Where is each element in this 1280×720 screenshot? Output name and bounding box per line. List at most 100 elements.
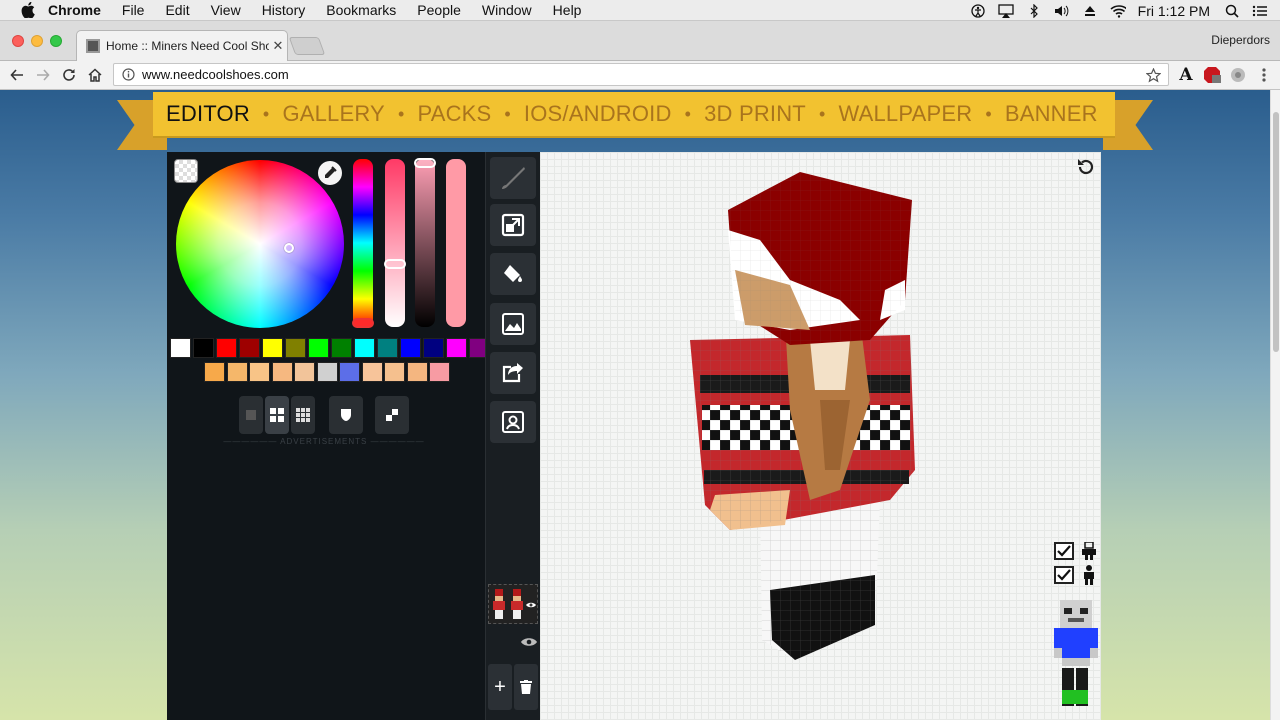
brush-size-2-icon[interactable] <box>265 396 289 434</box>
select-tool[interactable] <box>490 204 536 246</box>
palette-swatch[interactable] <box>204 362 225 382</box>
scrollbar-thumb[interactable] <box>1273 112 1279 352</box>
armor-mode-icon[interactable] <box>329 396 363 434</box>
mirror-mode-icon[interactable] <box>375 396 409 434</box>
menu-file[interactable]: File <box>122 2 145 18</box>
menu-bookmarks[interactable]: Bookmarks <box>326 2 396 18</box>
font-extension-icon[interactable]: A <box>1176 65 1196 85</box>
reset-view-icon[interactable] <box>1074 155 1098 179</box>
layer-thumbnail[interactable] <box>488 584 538 624</box>
skin-model[interactable] <box>690 170 950 670</box>
color-wheel-handle[interactable] <box>284 243 294 253</box>
export-tool[interactable] <box>490 352 536 394</box>
palette-swatch[interactable] <box>339 362 360 382</box>
effects-tool[interactable] <box>490 303 536 345</box>
palette-swatch[interactable] <box>384 362 405 382</box>
forward-icon[interactable] <box>32 64 54 86</box>
palette-swatch[interactable] <box>226 362 248 382</box>
minimize-window-button[interactable] <box>31 35 43 47</box>
fill-tool[interactable] <box>490 253 536 295</box>
new-tab-button[interactable] <box>288 37 326 55</box>
eject-icon[interactable] <box>1082 4 1098 18</box>
brush-size-3-icon[interactable] <box>291 396 315 434</box>
palette-swatch[interactable] <box>406 362 428 382</box>
skin-tool[interactable] <box>490 401 536 443</box>
nav-banner[interactable]: BANNER <box>1005 101 1098 127</box>
layer-visibility-eye-icon[interactable] <box>520 636 538 648</box>
brush-tool[interactable] <box>490 157 536 199</box>
menubar-clock[interactable]: Fri 1:12 PM <box>1138 3 1210 19</box>
palette-swatch[interactable] <box>377 338 398 358</box>
profile-name[interactable]: Dieperdors <box>1211 33 1270 47</box>
spotlight-icon[interactable] <box>1224 4 1240 18</box>
palette-swatch[interactable] <box>262 338 283 358</box>
current-color-swatch[interactable] <box>446 159 466 327</box>
apple-icon[interactable] <box>18 2 38 18</box>
close-window-button[interactable] <box>12 35 24 47</box>
palette-swatch[interactable] <box>429 362 450 382</box>
extension-icon[interactable] <box>1228 65 1248 85</box>
menu-window[interactable]: Window <box>482 2 532 18</box>
eyedropper-icon[interactable] <box>318 161 342 185</box>
menu-help[interactable]: Help <box>553 2 582 18</box>
zoom-window-button[interactable] <box>50 35 62 47</box>
palette-swatch[interactable] <box>308 338 329 358</box>
nav-packs[interactable]: PACKS <box>417 101 491 127</box>
palette-swatch[interactable] <box>285 338 306 358</box>
palette-swatch[interactable] <box>423 338 444 358</box>
volume-icon[interactable] <box>1054 4 1070 18</box>
menu-history[interactable]: History <box>262 2 306 18</box>
accessibility-icon[interactable] <box>970 3 986 18</box>
brightness-slider[interactable] <box>414 158 436 327</box>
palette-swatch[interactable] <box>170 338 191 358</box>
wifi-icon[interactable] <box>1110 4 1126 18</box>
home-icon[interactable] <box>84 64 106 86</box>
skin-3d-viewport[interactable] <box>540 152 1101 720</box>
nav-gallery[interactable]: GALLERY <box>282 101 385 127</box>
body-layer-icon <box>1081 565 1097 585</box>
transparent-swatch[interactable] <box>174 159 198 183</box>
palette-swatch[interactable] <box>216 338 237 358</box>
chrome-menu-icon[interactable] <box>1254 65 1274 85</box>
bluetooth-icon[interactable] <box>1026 3 1042 18</box>
palette-swatch[interactable] <box>294 362 315 382</box>
nav-ios-android[interactable]: IOS/ANDROID <box>524 101 672 127</box>
reload-icon[interactable] <box>58 64 80 86</box>
body-toggle-checkbox[interactable] <box>1054 566 1074 584</box>
menu-people[interactable]: People <box>417 2 461 18</box>
site-info-icon[interactable] <box>120 67 136 83</box>
palette-swatch[interactable] <box>316 362 338 382</box>
browser-tab[interactable]: Home :: Miners Need Cool Sho ✕ <box>76 30 288 61</box>
menu-chrome[interactable]: Chrome <box>48 2 101 18</box>
color-wheel[interactable] <box>176 160 344 328</box>
saturation-slider[interactable] <box>384 159 406 327</box>
notification-center-icon[interactable] <box>1252 4 1268 18</box>
nav-wallpaper[interactable]: WALLPAPER <box>838 101 972 127</box>
palette-swatch[interactable] <box>400 338 421 358</box>
brush-size-1-icon[interactable] <box>239 396 263 434</box>
address-bar[interactable]: www.needcoolshoes.com <box>113 63 1169 86</box>
palette-swatch[interactable] <box>354 338 375 358</box>
hue-slider[interactable] <box>352 159 374 328</box>
airplay-icon[interactable] <box>997 3 1014 18</box>
nav-3d-print[interactable]: 3D PRINT <box>704 101 806 127</box>
delete-layer-icon[interactable] <box>514 664 538 710</box>
palette-swatch[interactable] <box>361 362 383 382</box>
palette-swatch[interactable] <box>331 338 352 358</box>
palette-swatch[interactable] <box>239 338 260 358</box>
bookmark-star-icon[interactable] <box>1144 66 1162 84</box>
palette-swatch[interactable] <box>249 362 270 382</box>
skin-preview-thumbnail[interactable] <box>1054 598 1098 708</box>
back-icon[interactable] <box>6 64 28 86</box>
nav-editor[interactable]: EDITOR <box>166 101 250 127</box>
close-tab-icon[interactable]: ✕ <box>269 38 287 54</box>
menu-edit[interactable]: Edit <box>165 2 189 18</box>
palette-swatch[interactable] <box>271 362 293 382</box>
page-scrollbar[interactable] <box>1270 90 1280 720</box>
palette-swatch[interactable] <box>193 338 214 358</box>
menu-view[interactable]: View <box>211 2 241 18</box>
add-layer-button[interactable]: + <box>488 664 512 710</box>
palette-swatch[interactable] <box>446 338 467 358</box>
adblock-extension-icon[interactable] <box>1202 65 1222 85</box>
overlay-toggle-checkbox[interactable] <box>1054 542 1074 560</box>
